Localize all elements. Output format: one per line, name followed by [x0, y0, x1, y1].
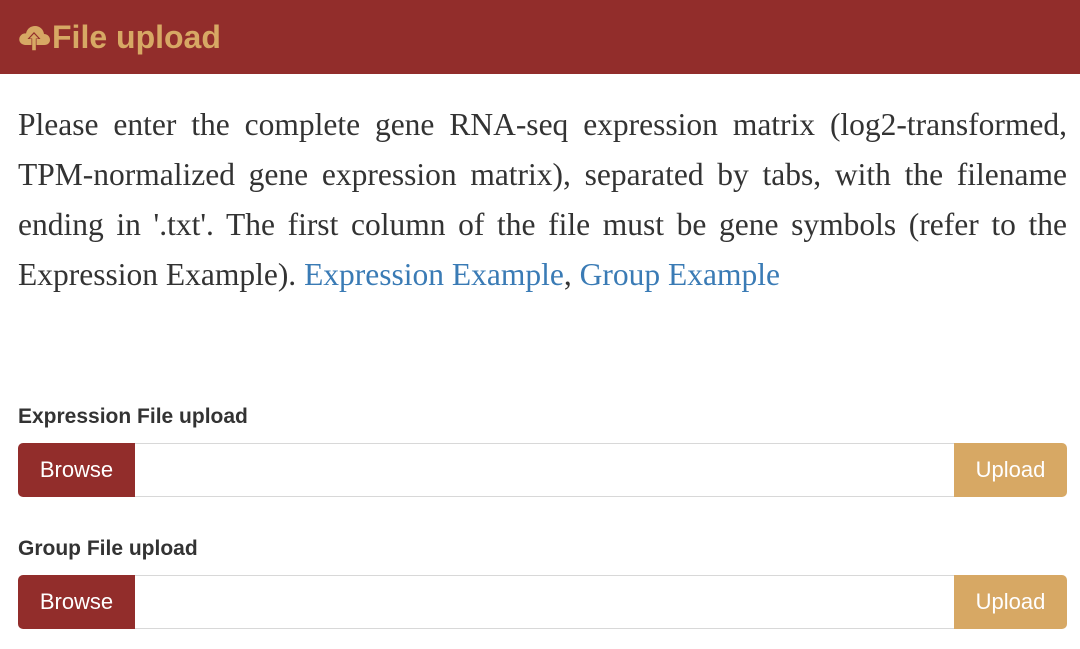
cloud-upload-icon: [17, 20, 51, 54]
group-upload-row: Browse Upload: [18, 575, 1067, 629]
group-file-input[interactable]: [135, 575, 954, 629]
expression-upload-label: Expression File upload: [18, 405, 248, 428]
page-header: File upload: [0, 0, 1080, 74]
group-upload-button[interactable]: Upload: [954, 575, 1067, 629]
link-separator: ,: [563, 257, 572, 292]
expression-upload-row: Browse Upload: [18, 443, 1067, 497]
expression-file-input[interactable]: [135, 443, 954, 497]
instructions-text: Please enter the complete gene RNA-seq e…: [18, 100, 1067, 300]
page-title: File upload: [52, 18, 221, 55]
expression-upload-button[interactable]: Upload: [954, 443, 1067, 497]
expression-example-link[interactable]: Expression Example: [304, 257, 564, 292]
expression-browse-button[interactable]: Browse: [18, 443, 135, 497]
group-browse-button[interactable]: Browse: [18, 575, 135, 629]
group-upload-label: Group File upload: [18, 537, 198, 560]
group-example-link[interactable]: Group Example: [580, 257, 780, 292]
